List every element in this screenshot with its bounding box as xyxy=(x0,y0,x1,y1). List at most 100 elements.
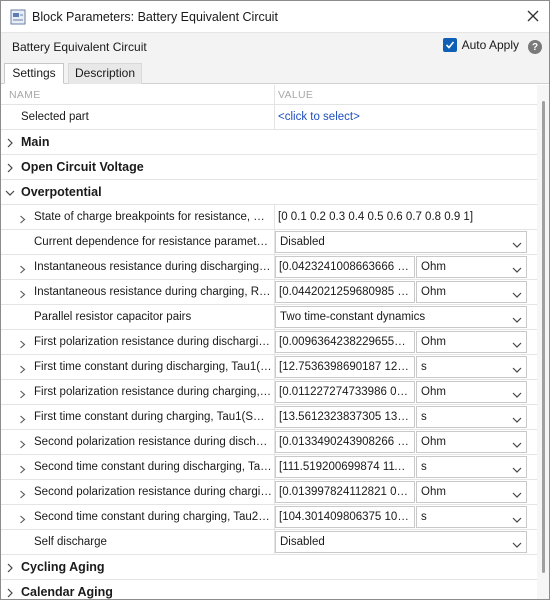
param-row-self-discharge: Self discharge Disabled xyxy=(1,530,537,555)
param-row-tau2-discharging: Second time constant during discharging,… xyxy=(1,455,537,480)
param-label: State of charge breakpoints for resistan… xyxy=(34,211,272,223)
chevron-down-icon xyxy=(512,463,522,473)
param-label: First time constant during discharging, … xyxy=(34,361,272,373)
param-row-r1-charging: First polarization resistance during cha… xyxy=(1,380,537,405)
param-row-current-dependence: Current dependence for resistance parame… xyxy=(1,230,537,255)
param-label: First polarization resistance during dis… xyxy=(34,336,272,348)
param-row-r2-charging: Second polarization resistance during ch… xyxy=(1,480,537,505)
chevron-down-icon xyxy=(512,538,522,548)
unit-dropdown[interactable]: Ohm xyxy=(416,431,527,453)
chevron-down-icon xyxy=(512,488,522,498)
section-calendar-aging[interactable]: Calendar Aging xyxy=(1,580,537,599)
click-to-select-link[interactable]: <click to select> xyxy=(278,111,360,123)
selected-part-row: Selected part <click to select> xyxy=(1,105,537,130)
section-label: Overpotential xyxy=(21,185,102,199)
auto-apply-toggle[interactable]: Auto Apply xyxy=(442,38,519,52)
param-label: Self discharge xyxy=(34,536,107,548)
unit-dropdown[interactable]: s xyxy=(416,456,527,478)
chevron-down-icon xyxy=(512,363,522,373)
param-label: Instantaneous resistance during discharg… xyxy=(34,261,272,273)
r2-charging-field[interactable]: [0.013997824112821 0.0140 xyxy=(275,481,415,503)
self-discharge-dropdown[interactable]: Disabled xyxy=(275,531,527,553)
chevron-right-icon[interactable] xyxy=(5,137,15,148)
r0-discharging-field[interactable]: [0.0423241008663666 0.0433 xyxy=(275,256,415,278)
chevron-down-icon xyxy=(512,438,522,448)
block-parameters-dialog: Block Parameters: Battery Equivalent Cir… xyxy=(0,0,550,600)
tau2-discharging-field[interactable]: [111.519200699874 111.5192 xyxy=(275,456,415,478)
r1-discharging-field[interactable]: [0.00963642382296553 0.0098 xyxy=(275,331,415,353)
unit-dropdown[interactable]: s xyxy=(416,356,527,378)
r2-discharging-field[interactable]: [0.0133490243908266 0.0134 xyxy=(275,431,415,453)
param-row-r0-charging: Instantaneous resistance during charging… xyxy=(1,280,537,305)
window-title: Block Parameters: Battery Equivalent Cir… xyxy=(32,9,278,24)
unit-dropdown[interactable]: s xyxy=(416,406,527,428)
param-row-rc-pairs: Parallel resistor capacitor pairs Two ti… xyxy=(1,305,537,330)
unit-dropdown[interactable]: Ohm xyxy=(416,256,527,278)
param-label: First time constant during charging, Tau… xyxy=(34,411,272,423)
param-label: Second polarization resistance during di… xyxy=(34,436,272,448)
block-name: Battery Equivalent Circuit xyxy=(12,40,147,54)
section-open-circuit-voltage[interactable]: Open Circuit Voltage xyxy=(1,155,537,180)
chevron-down-icon xyxy=(512,413,522,423)
auto-apply-label: Auto Apply xyxy=(461,38,519,52)
tau1-discharging-field[interactable]: [12.7536398690187 12.7536 xyxy=(275,356,415,378)
rc-pairs-dropdown[interactable]: Two time-constant dynamics xyxy=(275,306,527,328)
chevron-down-icon xyxy=(512,513,522,523)
title-bar: Block Parameters: Battery Equivalent Cir… xyxy=(1,1,549,32)
param-row-tau1-discharging: First time constant during discharging, … xyxy=(1,355,537,380)
vertical-scrollbar[interactable] xyxy=(537,85,549,599)
tau1-charging-field[interactable]: [13.5612323837305 13.5612 xyxy=(275,406,415,428)
section-main[interactable]: Main xyxy=(1,130,537,155)
help-icon[interactable]: ? xyxy=(528,40,542,54)
parameter-grid: NAME VALUE Selected part <click to selec… xyxy=(1,85,537,599)
section-overpotential[interactable]: Overpotential xyxy=(1,180,537,205)
param-row-tau2-charging: Second time constant during charging, Ta… xyxy=(1,505,537,530)
name-column-header: NAME xyxy=(9,89,41,101)
unit-dropdown[interactable]: Ohm xyxy=(416,381,527,403)
scrollbar-thumb[interactable] xyxy=(542,101,545,573)
param-label: First polarization resistance during cha… xyxy=(34,386,272,398)
chevron-down-icon xyxy=(512,288,522,298)
block-header-bar: Battery Equivalent Circuit Auto Apply ? xyxy=(1,32,549,61)
auto-apply-checkbox[interactable] xyxy=(442,38,457,52)
param-label: Selected part xyxy=(21,111,89,123)
tab-settings[interactable]: Settings xyxy=(4,63,64,84)
chevron-down-icon xyxy=(512,388,522,398)
block-parameters-icon xyxy=(10,9,26,25)
chevron-down-icon xyxy=(512,263,522,273)
column-header: NAME VALUE xyxy=(1,85,537,105)
param-label: Instantaneous resistance during charging… xyxy=(34,286,272,298)
section-label: Open Circuit Voltage xyxy=(21,160,144,174)
param-row-soc-breakpoints: State of charge breakpoints for resistan… xyxy=(1,205,537,230)
chevron-down-icon xyxy=(512,313,522,323)
close-icon[interactable] xyxy=(525,8,541,24)
param-row-r0-discharging: Instantaneous resistance during discharg… xyxy=(1,255,537,280)
tab-strip: Settings Description xyxy=(1,61,549,84)
param-row-r2-discharging: Second polarization resistance during di… xyxy=(1,430,537,455)
unit-dropdown[interactable]: s xyxy=(416,506,527,528)
chevron-right-icon[interactable] xyxy=(5,562,15,573)
section-label: Cycling Aging xyxy=(21,560,105,574)
param-row-r1-discharging: First polarization resistance during dis… xyxy=(1,330,537,355)
section-label: Main xyxy=(21,135,50,149)
unit-dropdown[interactable]: Ohm xyxy=(416,281,527,303)
param-row-tau1-charging: First time constant during charging, Tau… xyxy=(1,405,537,430)
chevron-down-icon[interactable] xyxy=(5,187,15,197)
chevron-right-icon[interactable] xyxy=(5,587,15,598)
tau2-charging-field[interactable]: [104.301409806375 104.3014 xyxy=(275,506,415,528)
column-divider[interactable] xyxy=(274,85,275,105)
param-label: Parallel resistor capacitor pairs xyxy=(34,311,192,323)
tab-description[interactable]: Description xyxy=(68,63,142,84)
unit-dropdown[interactable]: Ohm xyxy=(416,481,527,503)
chevron-right-icon[interactable] xyxy=(5,162,15,173)
param-label: Second polarization resistance during ch… xyxy=(34,486,272,498)
r1-charging-field[interactable]: [0.011227274733986 0.0113 xyxy=(275,381,415,403)
section-cycling-aging[interactable]: Cycling Aging xyxy=(1,555,537,580)
current-dependence-dropdown[interactable]: Disabled xyxy=(275,231,527,253)
soc-breakpoints-value[interactable]: [0 0.1 0.2 0.3 0.4 0.5 0.6 0.7 0.8 0.9 1… xyxy=(278,211,473,223)
chevron-down-icon xyxy=(512,238,522,248)
chevron-down-icon xyxy=(512,338,522,348)
r0-charging-field[interactable]: [0.0442021259680985 0.0451 xyxy=(275,281,415,303)
param-label: Second time constant during charging, Ta… xyxy=(34,511,272,523)
unit-dropdown[interactable]: Ohm xyxy=(416,331,527,353)
